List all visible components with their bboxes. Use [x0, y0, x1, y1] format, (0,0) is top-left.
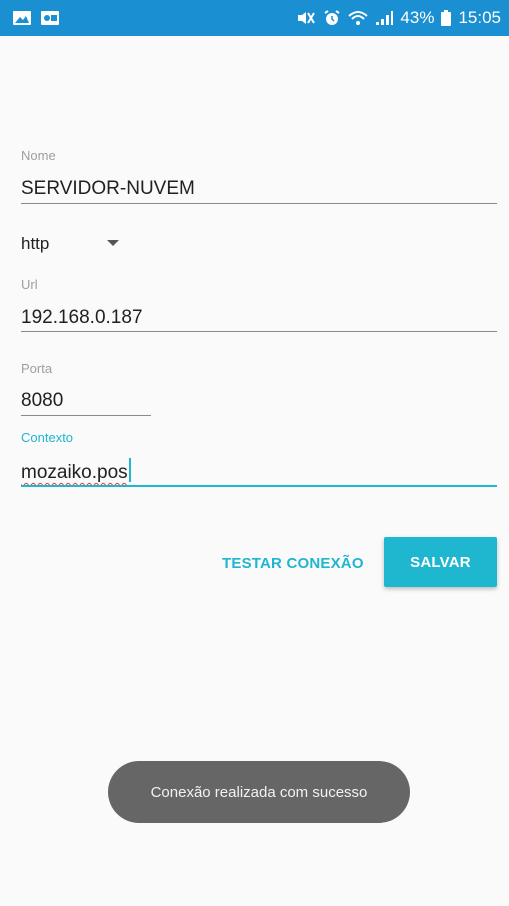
protocol-selected: http [21, 234, 50, 253]
dropdown-arrow-icon [107, 240, 119, 246]
nome-underline [21, 203, 497, 204]
protocol-dropdown[interactable]: http [21, 228, 131, 260]
alarm-icon [322, 10, 342, 26]
test-connection-button[interactable]: TESTAR CONEXÃO [222, 547, 364, 579]
contexto-underline [21, 485, 497, 487]
photo-app-icon [40, 10, 60, 26]
nome-label: Nome [21, 148, 56, 163]
url-input[interactable]: 192.168.0.187 [21, 307, 143, 329]
url-label: Url [21, 277, 38, 292]
nome-input[interactable]: SERVIDOR-NUVEM [21, 178, 195, 200]
contexto-label: Contexto [21, 430, 74, 445]
status-right-icons: 43% 15:05 [296, 8, 501, 28]
wifi-icon [348, 10, 369, 26]
toast-text: Conexão realizada com sucesso [150, 783, 368, 801]
porta-label: Porta [21, 361, 53, 376]
mute-vibrate-icon [296, 10, 316, 26]
url-underline [21, 331, 497, 332]
save-button[interactable]: SALVAR [384, 537, 497, 587]
status-time: 15:05 [458, 8, 501, 27]
contexto-value: mozaiko.pos [21, 462, 128, 483]
status-bar: 43% 15:05 [0, 0, 509, 36]
image-icon [12, 10, 32, 26]
battery-percent: 43% [400, 8, 435, 27]
battery-icon [440, 10, 452, 26]
toast-message: Conexão realizada com sucesso [108, 761, 410, 823]
status-left-icons [12, 10, 60, 26]
porta-underline [21, 415, 151, 416]
text-cursor [128, 458, 131, 482]
signal-icon [374, 10, 394, 26]
contexto-input[interactable]: mozaiko.pos [21, 458, 131, 484]
porta-input[interactable]: 8080 [21, 390, 63, 412]
